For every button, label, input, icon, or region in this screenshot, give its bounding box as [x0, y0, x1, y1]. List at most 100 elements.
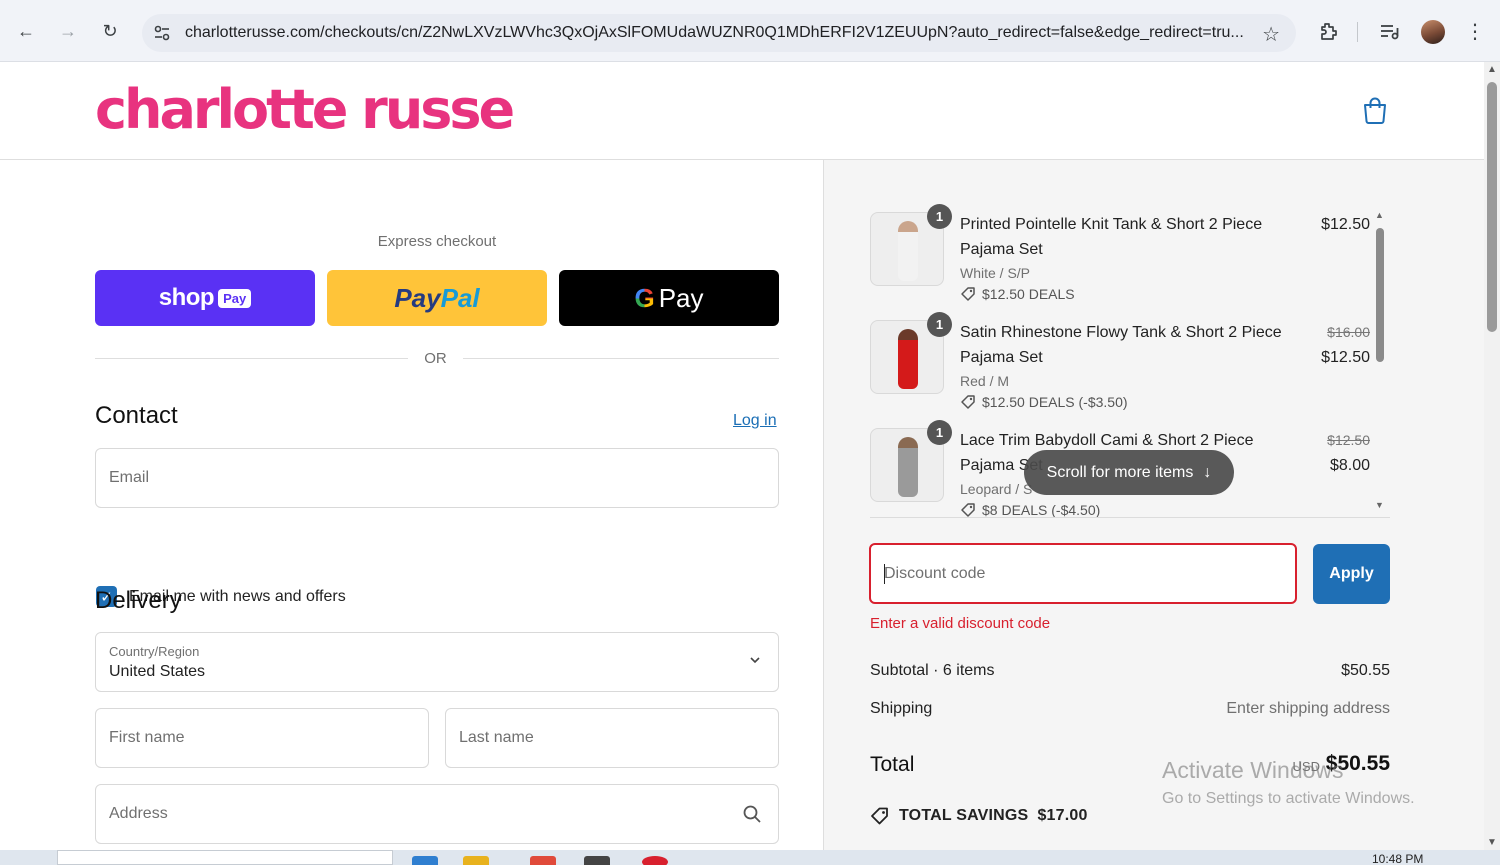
deal-text: $12.50 DEALS: [982, 286, 1075, 302]
price-column: $16.00 $12.50: [1321, 320, 1370, 370]
page-scrollbar[interactable]: ▲ ▼: [1484, 62, 1500, 850]
divider-line: [95, 358, 408, 359]
reload-icon[interactable]: ↻: [97, 18, 123, 44]
discount-placeholder: Discount code: [884, 565, 986, 582]
country-value: United States: [109, 663, 206, 680]
quantity-badge: 1: [927, 312, 952, 337]
apply-discount-button[interactable]: Apply: [1313, 544, 1390, 604]
taskbar-app-icon[interactable]: [463, 856, 489, 865]
savings-label: TOTAL SAVINGS: [899, 807, 1029, 824]
scroll-more-label: Scroll for more items: [1046, 463, 1194, 481]
checkout-form-column: Express checkout shop Pay Pay Pal G Pay O…: [0, 160, 823, 850]
taskbar-search[interactable]: [57, 850, 393, 865]
shop-pay-button[interactable]: shop Pay: [95, 270, 315, 326]
page-scroll-thumb[interactable]: [1487, 82, 1497, 332]
subtotal-label: Subtotal · 6 items: [870, 662, 995, 679]
taskbar-app-icon[interactable]: [584, 856, 610, 865]
address-bar[interactable]: charlotterusse.com/checkouts/cn/Z2NwLXVz…: [142, 14, 1296, 52]
login-link[interactable]: Log in: [733, 412, 777, 430]
paypal-button[interactable]: Pay Pal: [327, 270, 547, 326]
browser-menu-icon[interactable]: ⋮: [1462, 18, 1488, 44]
currency-code: USD: [1292, 759, 1320, 774]
address-field[interactable]: Address: [95, 784, 779, 844]
shipping-value: Enter shipping address: [1226, 700, 1390, 717]
shop-pay-pill: Pay: [218, 288, 252, 308]
product-name: Satin Rhinestone Flowy Tank & Short 2 Pi…: [960, 324, 1282, 366]
google-g-icon: G: [634, 282, 655, 313]
cart-item: 1 Satin Rhinestone Flowy Tank & Short 2 …: [870, 312, 1380, 420]
product-variant: Red / M: [960, 373, 1010, 389]
original-price: $16.00: [1327, 324, 1370, 340]
last-name-field[interactable]: Last name: [445, 708, 779, 768]
deal-text: $8 DEALS (-$4.50): [982, 502, 1101, 518]
store-logo[interactable]: charlotte russe: [95, 78, 515, 142]
or-text: OR: [424, 350, 447, 367]
country-select[interactable]: Country/Region United States: [95, 632, 779, 692]
site-settings-icon[interactable]: [152, 23, 172, 43]
quantity-badge: 1: [927, 204, 952, 229]
tag-icon: [961, 503, 975, 517]
product-variant: Leopard / S: [960, 481, 1033, 497]
scroll-down-arrow-icon[interactable]: ▼: [1375, 500, 1384, 510]
email-field[interactable]: Email: [95, 448, 779, 508]
discount-code-input[interactable]: Discount code: [869, 543, 1297, 604]
bookmark-star-icon[interactable]: ☆: [1262, 22, 1280, 47]
cart-list-divider: [870, 517, 1390, 518]
subtotal-row: Subtotal · 6 items $50.55: [870, 662, 1390, 680]
forward-arrow-icon[interactable]: →: [55, 18, 81, 44]
scroll-for-more-button[interactable]: Scroll for more items ↓: [1024, 450, 1234, 495]
tag-icon: [961, 287, 975, 301]
back-arrow-icon[interactable]: ←: [13, 18, 39, 44]
first-name-placeholder: First name: [109, 729, 185, 746]
profile-avatar[interactable]: [1421, 20, 1445, 44]
product-deal: $12.50 DEALS (-$3.50): [960, 394, 1128, 410]
price-column: $12.50 $8.00: [1327, 428, 1370, 478]
taskbar-app-icon[interactable]: [412, 856, 438, 865]
subtotal-value: $50.55: [1341, 662, 1390, 679]
taskbar-app-icon[interactable]: [642, 856, 668, 865]
google-pay-text: Pay: [658, 282, 704, 313]
scroll-up-arrow-icon[interactable]: ▲: [1375, 210, 1384, 220]
first-name-field[interactable]: First name: [95, 708, 429, 768]
search-icon: [743, 805, 761, 823]
product-deal: $8 DEALS (-$4.50): [960, 502, 1100, 518]
divider-line: [463, 358, 779, 359]
total-savings: TOTAL SAVINGS $17.00: [870, 806, 1088, 826]
or-divider: OR: [95, 348, 779, 368]
cart-item: 1 Printed Pointelle Knit Tank & Short 2 …: [870, 204, 1380, 312]
cart-list-scrollbar[interactable]: ▲ ▼: [1374, 210, 1386, 520]
arrow-down-icon: ↓: [1203, 463, 1212, 481]
savings-value: $17.00: [1037, 807, 1088, 824]
address-placeholder: Address: [109, 805, 168, 822]
price-column: $12.50: [1321, 212, 1370, 237]
last-name-placeholder: Last name: [459, 729, 534, 746]
product-price: $12.50: [1321, 349, 1370, 366]
product-name: Printed Pointelle Knit Tank & Short 2 Pi…: [960, 216, 1263, 258]
store-header: charlotte russe: [0, 62, 1484, 160]
url-text[interactable]: charlotterusse.com/checkouts/cn/Z2NwLXVz…: [185, 24, 1245, 42]
delivery-heading: Delivery: [95, 587, 182, 614]
page-scroll-down-icon[interactable]: ▼: [1487, 837, 1497, 848]
cart-list-scroll-thumb[interactable]: [1376, 228, 1384, 362]
page-scroll-up-icon[interactable]: ▲: [1487, 64, 1497, 75]
media-control-icon[interactable]: [1378, 20, 1402, 44]
country-label: Country/Region: [109, 644, 200, 659]
product-deal: $12.50 DEALS: [960, 286, 1075, 302]
taskbar-clock[interactable]: 10:48 PM: [1372, 852, 1423, 865]
toolbar-separator: [1357, 22, 1358, 42]
total-value: $50.55: [1325, 752, 1390, 775]
paypal-text-pal: Pal: [440, 282, 480, 313]
extensions-icon[interactable]: [1316, 20, 1340, 44]
shopping-bag-icon[interactable]: [1362, 96, 1388, 124]
shipping-label: Shipping: [870, 700, 933, 717]
quantity-badge: 1: [927, 420, 952, 445]
google-pay-button[interactable]: G Pay: [559, 270, 779, 326]
taskbar-app-icon[interactable]: [530, 856, 556, 865]
discount-error-message: Enter a valid discount code: [870, 615, 1051, 632]
product-price: $8.00: [1329, 457, 1370, 474]
total-row: Total USD $50.55: [870, 750, 1390, 780]
total-label: Total: [870, 753, 915, 776]
paypal-text-pay: Pay: [394, 282, 441, 313]
shop-pay-text: shop: [158, 284, 215, 311]
product-price: $12.50: [1321, 216, 1370, 233]
